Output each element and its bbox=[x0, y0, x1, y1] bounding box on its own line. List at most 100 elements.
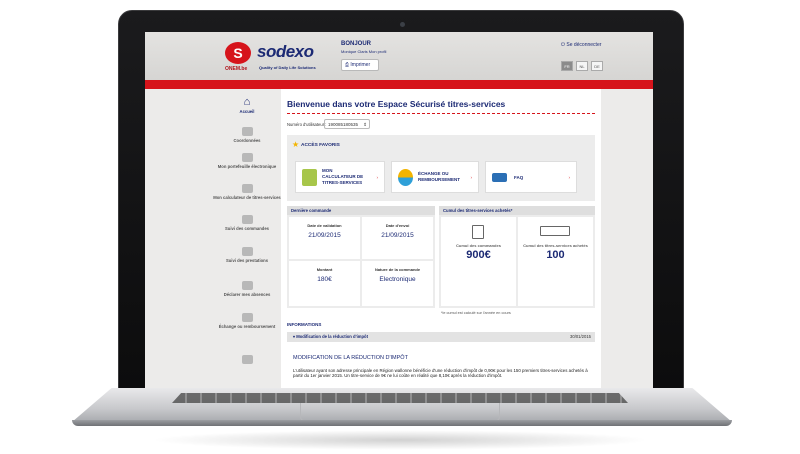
last-order-title: Dernière commande bbox=[287, 206, 435, 215]
sidebar-item-label: Échange ou remboursement bbox=[218, 324, 276, 329]
basket-icon bbox=[241, 215, 253, 224]
sent-value: 21/09/2015 bbox=[381, 232, 414, 239]
sodexo-logo[interactable]: sodexo bbox=[257, 42, 314, 62]
user-icon bbox=[241, 127, 253, 136]
nature-cell: Nature de la commande Electronique bbox=[362, 261, 433, 306]
fav-tile-label: FAQ bbox=[514, 175, 524, 180]
sidebar-item-echange[interactable]: Échange ou remboursement bbox=[213, 313, 281, 329]
trackpad bbox=[300, 403, 500, 421]
transfer-icon bbox=[241, 355, 253, 364]
logout-label: Se déconnecter bbox=[566, 42, 602, 48]
page-title: Bienvenue dans votre Espace Sécurisé tit… bbox=[287, 99, 506, 109]
laptop-scene: S ONEM.be sodexo Quality of Daily Life S… bbox=[0, 0, 800, 454]
titles-total-value: 100 bbox=[546, 249, 565, 261]
validation-date-cell: Date de validation 21/09/2015 bbox=[289, 217, 360, 259]
favorites-panel: ★ ACCÈS FAVORIS MON CALCULATEUR DE TITRE… bbox=[287, 135, 595, 201]
amount-value: 180€ bbox=[317, 276, 332, 283]
exchange-icon bbox=[398, 169, 413, 186]
sent-date-cell: Date d'envoi 21/09/2015 bbox=[362, 217, 433, 259]
calculator-icon bbox=[302, 169, 317, 186]
sidebar-item-label: Accueil bbox=[239, 109, 255, 114]
amount-cell: Montant 180€ bbox=[289, 261, 360, 306]
lang-nl-button[interactable]: NL bbox=[576, 61, 588, 71]
sent-label: Date d'envoi bbox=[385, 223, 410, 228]
arrow-right-icon: › bbox=[470, 175, 473, 180]
exchange-icon bbox=[241, 313, 253, 322]
info-subtitle: MODIFICATION DE LA RÉDUCTION D'IMPÔT bbox=[293, 355, 408, 361]
webcam bbox=[400, 22, 405, 27]
fav-tile-calculateur[interactable]: MON CALCULATEUR DE TITRES-SERVICES › bbox=[295, 161, 385, 193]
amount-label: Montant bbox=[316, 267, 333, 272]
document-icon bbox=[472, 225, 484, 239]
info-section-label: INFORMATIONS bbox=[287, 322, 322, 327]
home-icon: ⌂ bbox=[243, 96, 251, 108]
titles-total-label: Cumul des titres-services achetés bbox=[523, 243, 588, 248]
validation-value: 21/09/2015 bbox=[308, 232, 341, 239]
info-accordion-header[interactable]: ▾ Modification de la réduction d'impôt 3… bbox=[287, 332, 595, 342]
sidebar-item-portefeuille[interactable]: Mon portefeuille électronique bbox=[213, 153, 281, 169]
star-icon: ★ bbox=[292, 140, 300, 149]
orders-total-cell: Cumul des commandes 900€ bbox=[441, 217, 516, 306]
sidebar-item-label: Mon portefeuille électronique bbox=[217, 164, 277, 169]
sidebar-item-commandes[interactable]: Suivi des commandes bbox=[213, 215, 281, 231]
sidebar-item-absences[interactable]: Déclarer mes absences bbox=[213, 281, 281, 297]
greeting: BONJOUR bbox=[341, 41, 372, 47]
header-red-bar bbox=[145, 80, 653, 89]
sidebar-item-label: Coordonnées bbox=[233, 138, 261, 143]
info-body: L'utilisateur ayant son adresse principa… bbox=[293, 368, 588, 379]
laptop-screen: S ONEM.be sodexo Quality of Daily Life S… bbox=[145, 32, 653, 390]
nature-label: Nature de la commande bbox=[374, 267, 421, 272]
sidebar: ⌂ Accueil Coordonnées Mon portefeuille él… bbox=[145, 89, 281, 390]
chevron-updown-icon: ⇕ bbox=[363, 122, 367, 127]
laptop-shadow bbox=[150, 430, 650, 450]
lang-de-button[interactable]: DE bbox=[591, 61, 603, 71]
lang-fr-button[interactable]: FR bbox=[561, 61, 573, 71]
laptop-lip bbox=[72, 420, 732, 426]
orders-total-label: Cumul des commandes bbox=[456, 243, 501, 248]
sidebar-item-more[interactable] bbox=[213, 355, 281, 366]
fav-tile-faq[interactable]: FAQ › bbox=[485, 161, 577, 193]
sidebar-item-calculateur[interactable]: Mon calculateur de titres-services bbox=[213, 184, 281, 200]
people-icon bbox=[241, 247, 253, 256]
titles-total-cell: Cumul des titres-services achetés 100 bbox=[518, 217, 593, 306]
user-number-label: Numéro d'utilisateur : bbox=[287, 122, 327, 127]
last-order-panel: Dernière commande Date de validation 21/… bbox=[287, 206, 435, 308]
onem-logo[interactable]: S bbox=[225, 42, 251, 64]
orders-total-value: 900€ bbox=[466, 249, 491, 261]
arrow-right-icon: › bbox=[568, 175, 571, 180]
cumulative-title: Cumul des titres-services achetés* bbox=[439, 206, 595, 215]
main-panel: Bienvenue dans votre Espace Sécurisé tit… bbox=[281, 89, 601, 390]
validation-label: Date de validation bbox=[307, 223, 342, 228]
keyboard bbox=[172, 393, 628, 403]
logout-link[interactable]: ⏻ Se déconnecter bbox=[561, 42, 601, 48]
sidebar-item-label: Suivi des prestations bbox=[225, 258, 269, 263]
calculator-icon bbox=[241, 184, 253, 193]
sidebar-item-label: Déclarer mes absences bbox=[223, 292, 271, 297]
print-label: Imprimer bbox=[350, 62, 371, 68]
fav-tile-echange[interactable]: ÉCHANGE OU REMBOURSEMENT › bbox=[391, 161, 479, 193]
user-profile-link[interactable]: Monique Claris Mon profil bbox=[341, 49, 386, 54]
sidebar-item-coordonnees[interactable]: Coordonnées bbox=[213, 127, 281, 143]
sidebar-item-label: Suivi des commandes bbox=[225, 226, 269, 231]
calendar-icon bbox=[241, 281, 253, 290]
favorites-title: ACCÈS FAVORIS bbox=[301, 143, 340, 148]
onem-logo-caption: ONEM.be bbox=[225, 66, 248, 72]
arrow-right-icon: › bbox=[376, 175, 379, 180]
nature-value: Electronique bbox=[379, 276, 416, 283]
graduation-cap-icon bbox=[492, 173, 507, 182]
fav-tile-label: MON CALCULATEUR DE TITRES-SERVICES bbox=[322, 168, 364, 185]
cumulative-note: *le cumul est calculé sur l'année en cou… bbox=[441, 311, 511, 315]
voucher-laptop-icon bbox=[540, 226, 570, 236]
accordion-title: Modification de la réduction d'impôt bbox=[296, 334, 368, 339]
accordion-date: 30/01/2015 bbox=[570, 334, 591, 339]
sidebar-item-prestations[interactable]: Suivi des prestations bbox=[213, 247, 281, 263]
wallet-icon bbox=[241, 153, 253, 162]
site-header: S ONEM.be sodexo Quality of Daily Life S… bbox=[145, 32, 653, 80]
fav-tile-label: ÉCHANGE OU REMBOURSEMENT bbox=[418, 171, 461, 182]
cumulative-panel: Cumul des titres-services achetés* Cumul… bbox=[439, 206, 595, 308]
user-number-select[interactable]: 190085180535 ⇕ bbox=[324, 119, 370, 129]
sidebar-item-accueil[interactable]: ⌂ Accueil bbox=[213, 96, 281, 115]
print-button[interactable]: ⎙ Imprimer bbox=[341, 59, 379, 71]
sodexo-tagline: Quality of Daily Life Solutions bbox=[259, 65, 316, 70]
user-number-value: 190085180535 bbox=[328, 122, 359, 127]
